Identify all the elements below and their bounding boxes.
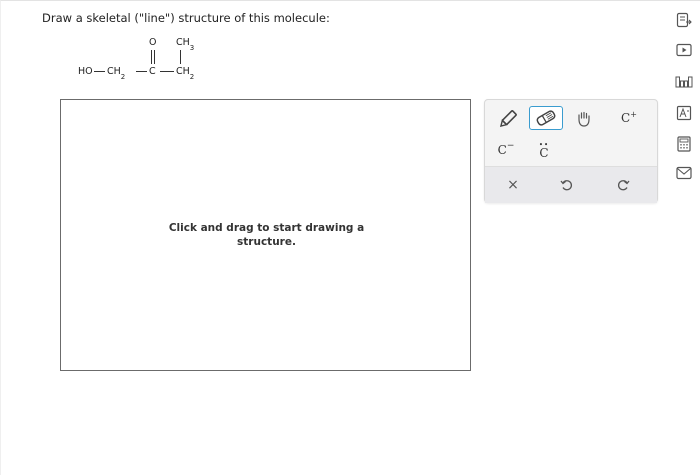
periodic-table-icon <box>675 76 693 88</box>
ch2-left-label: CH2 <box>107 66 126 81</box>
canvas-hint: Click and drag to start drawing a struct… <box>168 222 365 248</box>
double-bond-1 <box>151 50 152 64</box>
bond-ho-ch2 <box>94 71 105 72</box>
periodic-table-button[interactable] <box>675 73 693 91</box>
redo-button[interactable] <box>613 175 633 195</box>
eraser-icon <box>536 110 556 126</box>
oxygen-label: O <box>149 37 157 48</box>
video-button[interactable] <box>675 41 693 59</box>
molecule-structure: HO CH2 C O CH2 CH3 <box>61 31 221 91</box>
eraser-tool[interactable] <box>529 106 563 130</box>
undo-icon <box>560 180 573 191</box>
delete-button[interactable]: × <box>503 175 523 195</box>
pencil-icon <box>499 110 517 128</box>
bond-ch3-ch2 <box>180 50 181 64</box>
carbocation-tool[interactable]: C + <box>615 106 643 130</box>
bond-c-ch2 <box>160 71 174 72</box>
carbonyl-carbon-label: C <box>149 66 156 77</box>
carbanion-tool[interactable]: C − <box>495 140 517 160</box>
page-frame: Draw a skeletal ("line") structure of th… <box>0 0 700 475</box>
double-bond-2 <box>154 50 155 64</box>
ch3-label: CH3 <box>176 37 195 52</box>
redo-icon <box>617 180 630 191</box>
close-icon: × <box>507 177 519 193</box>
video-icon <box>676 43 692 57</box>
ho-label: HO <box>78 66 93 77</box>
textbook-button[interactable] <box>675 104 693 122</box>
drawing-canvas[interactable]: Click and drag to start drawing a struct… <box>60 99 471 371</box>
tool-palette: C + C − •• C × <box>484 99 658 203</box>
message-icon <box>676 166 692 180</box>
textbook-icon <box>676 105 692 121</box>
ch2-right-label: CH2 <box>176 66 195 81</box>
palette-action-bar: × <box>485 166 657 203</box>
calculator-button[interactable] <box>675 135 693 153</box>
carbene-tool[interactable]: •• C <box>533 136 555 162</box>
hand-icon <box>578 111 590 127</box>
question-prompt: Draw a skeletal ("line") structure of th… <box>42 11 330 25</box>
explanation-button[interactable] <box>675 11 693 29</box>
bond-ch2-c <box>136 71 147 72</box>
pencil-tool[interactable] <box>493 106 523 132</box>
calculator-icon <box>677 136 691 152</box>
undo-button[interactable] <box>557 175 577 195</box>
explanation-icon <box>676 12 692 28</box>
message-button[interactable] <box>675 164 693 182</box>
pan-tool[interactable] <box>571 107 597 131</box>
